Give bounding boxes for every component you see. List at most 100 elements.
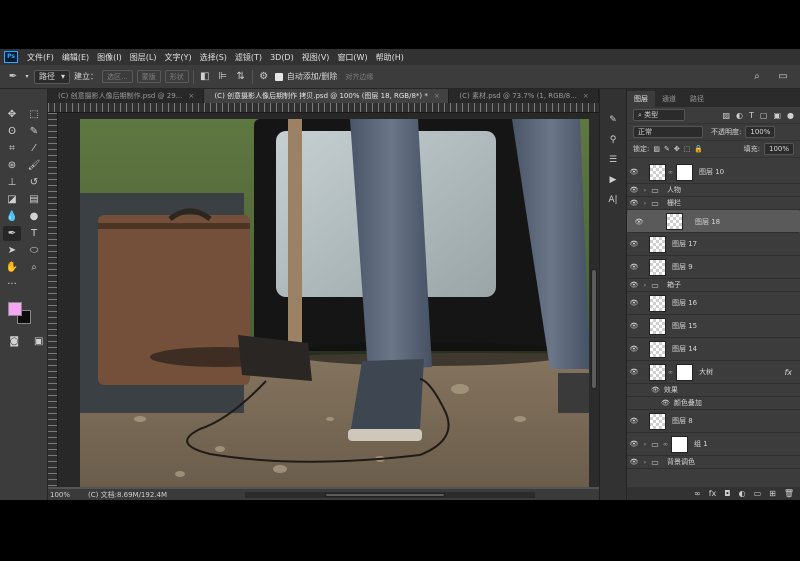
layer-name[interactable]: 图层 15 [672,321,697,331]
layer-row[interactable]: 👁 图层 8 [627,410,800,433]
lock-all-icon[interactable]: 🔒 [694,145,703,153]
effect-name[interactable]: 颜色叠加 [674,398,702,408]
layer-name[interactable]: 图层 16 [672,298,697,308]
hand-tool-icon[interactable]: ✋ [3,260,21,275]
eye-icon[interactable]: 👁 [627,417,641,425]
gradient-tool-icon[interactable]: ▤ [25,192,43,207]
tab-layers[interactable]: 图层 [627,91,655,107]
character-icon[interactable]: A| [606,193,620,207]
foreground-color-swatch[interactable] [8,302,22,316]
adjustment-layer-icon[interactable]: ◐ [739,489,746,498]
layer-filter-select[interactable]: ⌕ 类型 [633,109,685,121]
eye-icon[interactable]: 👁 [627,368,641,376]
layer-row-selected[interactable]: 👁 图层 18 [627,210,800,233]
document-canvas[interactable] [58,113,594,487]
menu-help[interactable]: 帮助(H) [372,52,408,63]
layer-name[interactable]: 组 1 [694,439,708,449]
blur-tool-icon[interactable]: 💧 [3,209,21,224]
menu-type[interactable]: 文字(Y) [160,52,195,63]
menu-file[interactable]: 文件(F) [23,52,58,63]
fx-icon[interactable]: fx [784,368,792,377]
layer-group-row[interactable]: 👁 › ▭ 人物 [627,184,800,197]
edit-toolbar-icon[interactable] [25,277,43,292]
scrollbar-thumb[interactable] [591,269,597,389]
layer-row[interactable]: 👁 ∞ 图层 10 [627,161,800,184]
layer-mask-thumbnail[interactable] [676,163,693,181]
eye-icon[interactable]: 👁 [627,322,641,330]
layer-group-row[interactable]: 👁 › ▭ ∞ 组 1 [627,433,800,456]
text-tool-icon[interactable]: T [25,226,43,241]
menu-select[interactable]: 选择(S) [196,52,231,63]
eye-icon[interactable]: 👁 [627,168,641,176]
layer-row[interactable]: 👁 图层 17 [627,233,800,256]
eye-icon[interactable]: 👁 [627,345,641,353]
new-layer-icon[interactable]: ⊞ [769,489,776,498]
expand-arrow-icon[interactable]: › [641,441,649,448]
layer-name[interactable]: 图层 14 [672,344,697,354]
layer-mask-thumbnail[interactable] [676,363,693,381]
trash-icon[interactable]: 🗑 [784,489,794,498]
lasso-tool-icon[interactable]: ʘ [3,124,21,139]
marquee-tool-icon[interactable]: ⬚ [25,107,43,122]
layer-group-row[interactable]: 👁 › ▭ 背景调色 [627,456,800,469]
eraser-tool-icon[interactable]: ◪ [3,192,21,207]
layer-name[interactable]: 图层 18 [695,217,720,227]
tab-doc-2[interactable]: (C) 创意摄影人像后期制作 拷贝.psd @ 100% (图层 18, RGB… [204,89,450,103]
menu-edit[interactable]: 编辑(E) [58,52,93,63]
fill-input[interactable]: 100% [763,143,794,155]
menu-3d[interactable]: 3D(D) [266,53,298,62]
scrollbar-thumb[interactable] [325,492,446,497]
filter-toggle-icon[interactable]: ● [787,111,794,120]
history-brush-icon[interactable]: ↺ [25,175,43,190]
chevron-down-icon[interactable]: ▾ [24,70,30,84]
auto-add-checkbox[interactable] [274,72,283,81]
lock-position-icon[interactable]: ✥ [674,145,680,153]
eye-icon[interactable]: 👁 [627,263,641,271]
link-layers-icon[interactable]: ∞ [694,489,701,498]
type-filter-icon[interactable]: T [749,111,754,120]
layer-mask-thumbnail[interactable] [671,435,688,453]
layer-name[interactable]: 大树 [699,367,713,377]
eye-icon[interactable]: 👁 [627,299,641,307]
tab-doc-1[interactable]: (C) 创意摄影人像后期制作.psd @ 29... × [48,89,205,103]
close-icon[interactable]: × [434,92,440,100]
expand-arrow-icon[interactable]: › [641,459,649,466]
zoom-level[interactable]: 100% [50,491,70,499]
path-operations-icon[interactable]: ◧ [198,70,212,84]
eye-icon[interactable]: 👁 [632,218,646,226]
new-group-icon[interactable]: ▭ [754,489,762,498]
crop-tool-icon[interactable]: ⌗ [3,141,21,156]
brush-settings-icon[interactable]: ⚲ [606,133,620,147]
search-icon[interactable]: ⌕ [750,70,764,84]
eye-icon[interactable]: 👁 [627,199,641,207]
tab-doc-3[interactable]: (C) 素材.psd @ 73.7% (1, RGB/8... × [449,89,599,103]
eye-icon[interactable]: 👁 [627,458,641,466]
pen-tool-icon[interactable]: ✒ [6,70,20,84]
pixel-filter-icon[interactable]: ▨ [722,111,730,120]
workspace-icon[interactable]: ▭ [776,70,790,84]
shape-tool-icon[interactable]: ⬭ [25,243,43,258]
layer-name[interactable]: 背景调色 [667,457,695,467]
eye-icon[interactable]: 👁 [661,399,670,407]
blend-mode-select[interactable]: 正常 [633,126,703,138]
layer-name[interactable]: 图层 8 [672,416,693,426]
adjustment-filter-icon[interactable]: ◐ [736,111,743,120]
dodge-tool-icon[interactable]: ● [25,209,43,224]
path-select-tool-icon[interactable]: ➤ [3,243,21,258]
menu-window[interactable]: 窗口(W) [333,52,371,63]
eye-icon[interactable]: 👁 [627,240,641,248]
opacity-input[interactable]: 100% [745,126,776,138]
close-icon[interactable]: × [188,92,194,100]
pen-tool-icon[interactable]: ✒ [3,226,21,241]
layer-name[interactable]: 图层 9 [672,262,693,272]
menu-view[interactable]: 视图(V) [298,52,334,63]
lock-pixels-icon[interactable]: ✎ [664,145,670,153]
history-icon[interactable]: ✎ [606,113,620,127]
smart-filter-icon[interactable]: ▣ [773,111,781,120]
stamp-tool-icon[interactable]: ⊥ [3,175,21,190]
gear-icon[interactable]: ⚙ [257,70,271,84]
eye-icon[interactable]: 👁 [627,186,641,194]
expand-arrow-icon[interactable]: › [641,187,649,194]
layer-name[interactable]: 人物 [667,185,681,195]
mode-select[interactable]: 路径 ▾ [34,69,71,84]
